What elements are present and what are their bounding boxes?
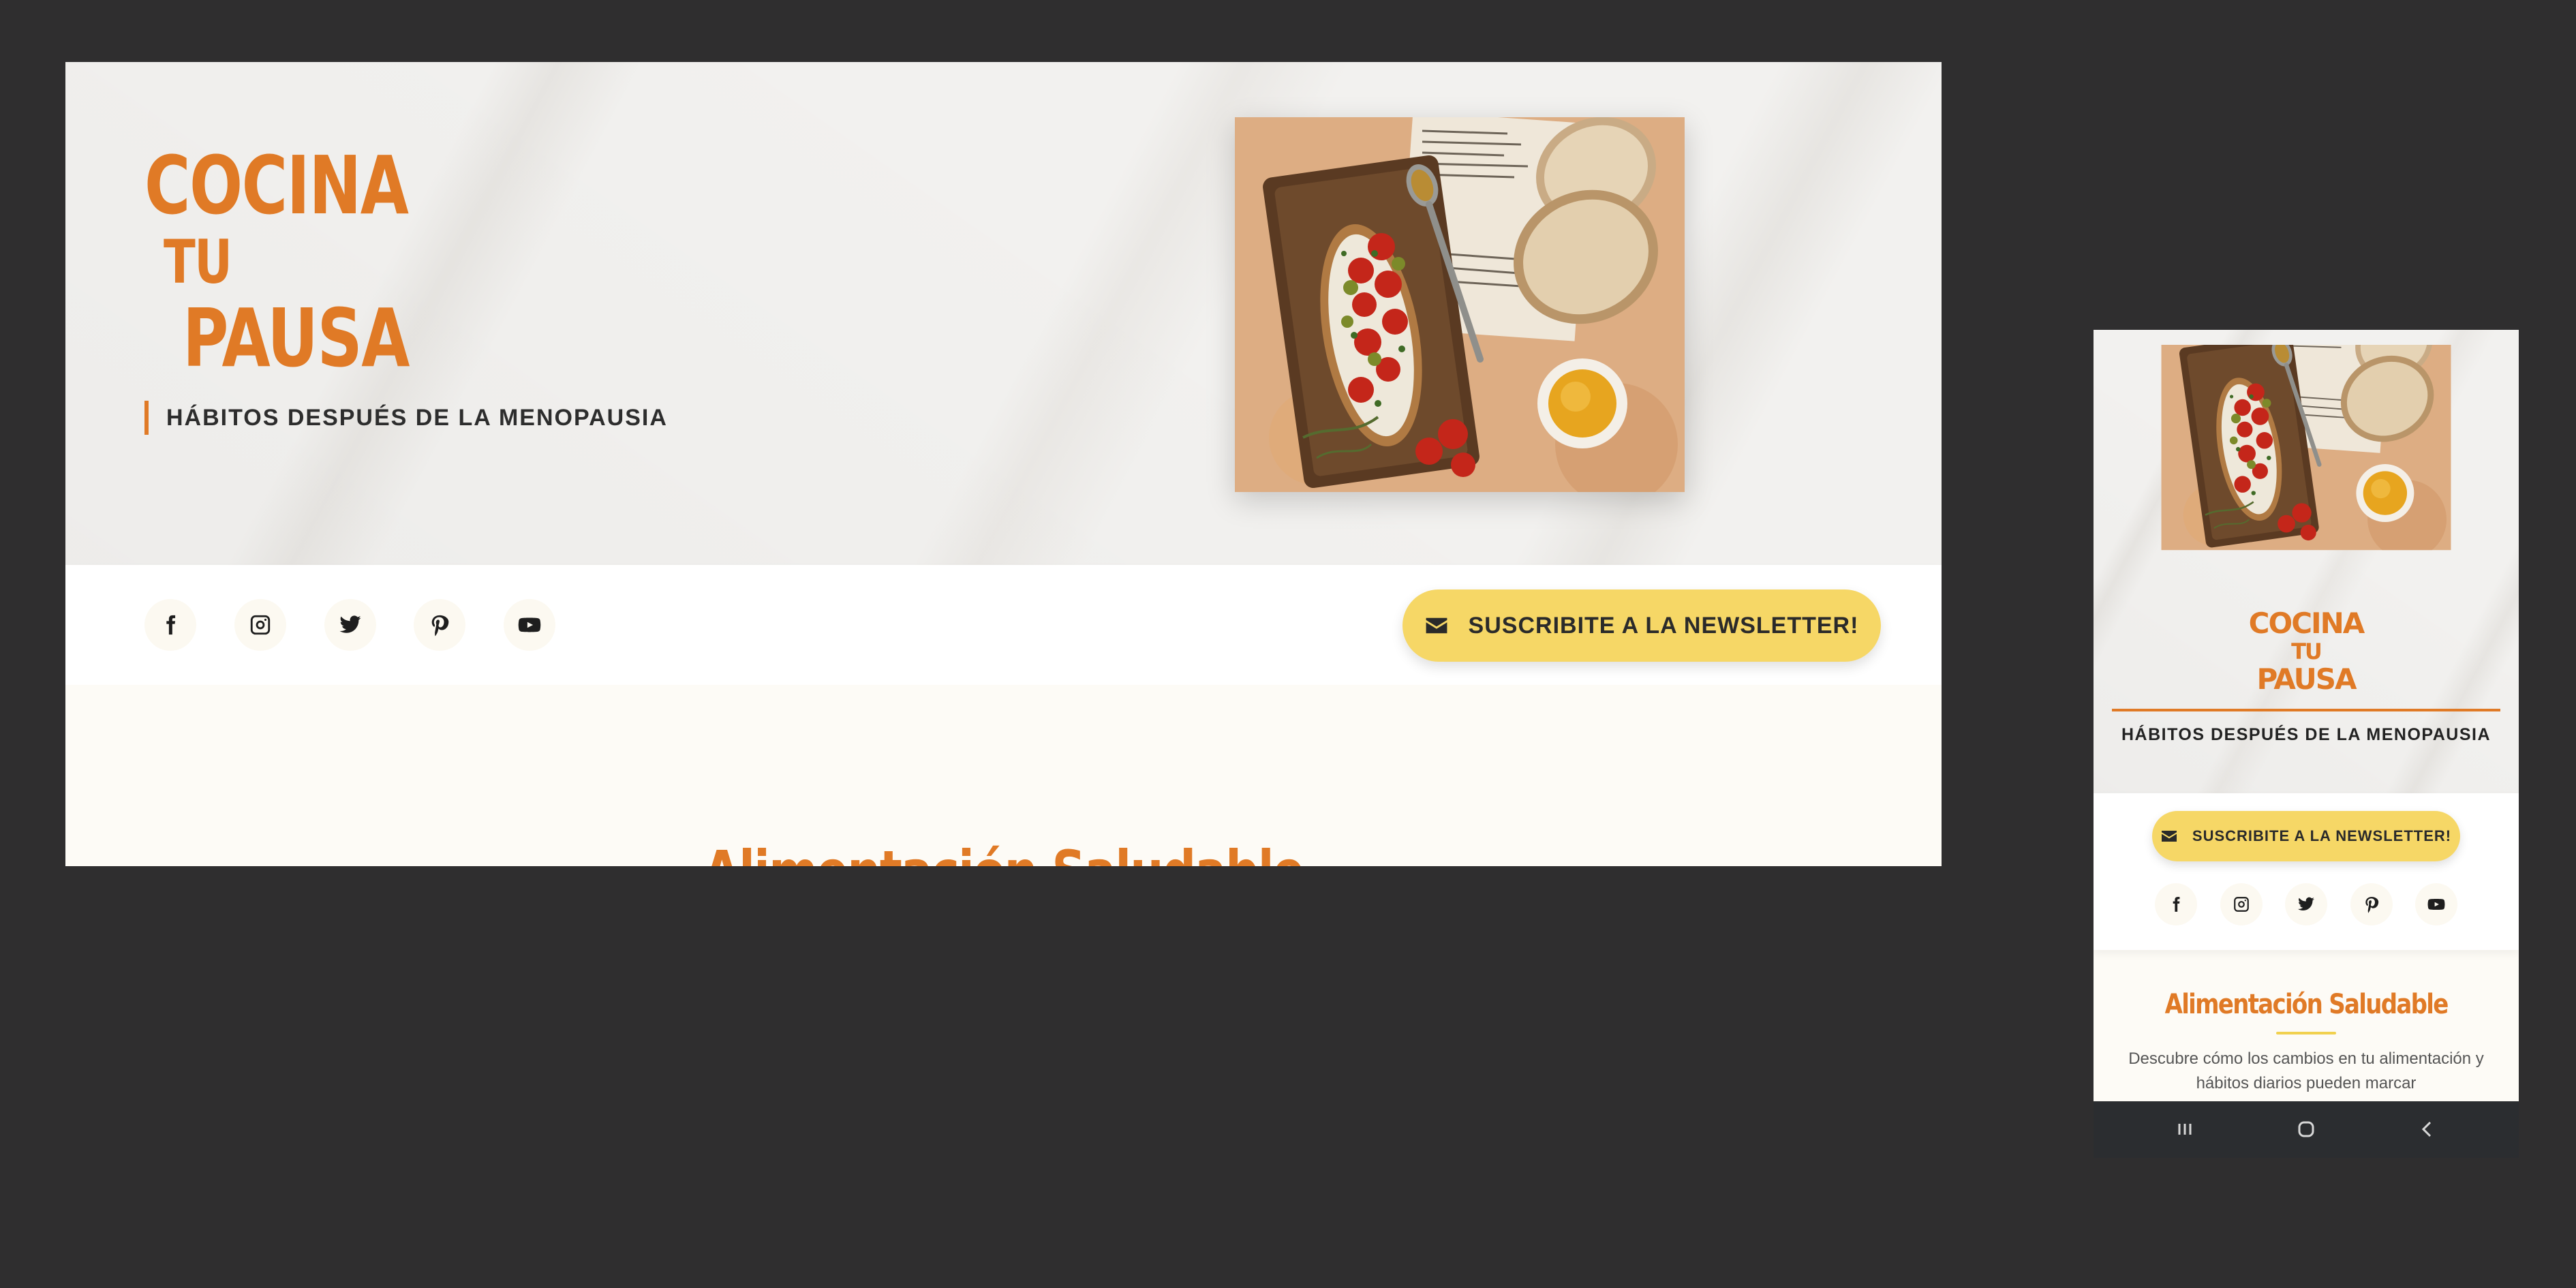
mobile-title-line3: PAUSA: [2256, 662, 2357, 696]
mobile-title-divider: [2112, 709, 2500, 711]
facebook-icon: [2167, 895, 2185, 913]
mobile-social-bar: SUSCRIBITE A LA NEWSLETTER!: [2094, 793, 2519, 950]
youtube-icon: [2427, 895, 2445, 913]
mobile-youtube-link[interactable]: [2415, 883, 2457, 925]
back-button[interactable]: [2400, 1109, 2455, 1149]
mobile-site-title[interactable]: COCINA TU PAUSA: [2094, 609, 2519, 694]
newsletter-subscribe-button[interactable]: SUSCRIBITE A LA NEWSLETTER!: [1402, 589, 1881, 662]
newsletter-button-label: SUSCRIBITE A LA NEWSLETTER!: [1468, 612, 1859, 639]
twitter-link[interactable]: [324, 599, 376, 651]
youtube-link[interactable]: [504, 599, 555, 651]
social-bar: SUSCRIBITE A LA NEWSLETTER!: [65, 565, 1942, 685]
mobile-instagram-link[interactable]: [2220, 883, 2263, 925]
pinterest-icon: [428, 613, 451, 637]
mobile-section-title-text: Alimentación Saludable: [2164, 989, 2449, 1020]
site-tagline: HÁBITOS DESPUÉS DE LA MENOPAUSIA: [144, 401, 668, 435]
site-title-line2[interactable]: TU: [164, 232, 232, 292]
desktop-preview: COCINA TU PAUSA HÁBITOS DESPUÉS DE LA ME…: [65, 62, 1942, 866]
pinterest-link[interactable]: [414, 599, 465, 651]
mobile-facebook-link[interactable]: [2155, 883, 2197, 925]
mobile-newsletter-subscribe-button[interactable]: SUSCRIBITE A LA NEWSLETTER!: [2152, 811, 2460, 861]
mobile-hero-header: COCINA TU PAUSA HÁBITOS DESPUÉS DE LA ME…: [2094, 330, 2519, 793]
recents-icon: [2178, 1124, 2192, 1135]
recents-button[interactable]: [2158, 1109, 2212, 1149]
twitter-icon: [339, 613, 362, 637]
site-title-line1[interactable]: COCINA: [144, 145, 409, 226]
site-title-line3[interactable]: PAUSA: [183, 298, 410, 378]
youtube-icon: [518, 613, 541, 637]
bruschetta-photo: [1235, 117, 1685, 492]
mobile-pinterest-link[interactable]: [2350, 883, 2393, 925]
bruschetta-photo: [2112, 345, 2500, 585]
section-title-text: Alimentación Saludable: [703, 843, 1304, 866]
mobile-section-description: Descubre cómo los cambios en tu alimenta…: [2128, 1049, 2484, 1092]
mobile-twitter-link[interactable]: [2285, 883, 2327, 925]
envelope-icon: [2161, 829, 2177, 843]
envelope-icon: [1425, 616, 1448, 635]
back-icon: [2421, 1121, 2432, 1137]
mobile-section-title-underline: [2276, 1032, 2336, 1034]
facebook-icon: [159, 613, 182, 637]
mobile-site-tagline: HÁBITOS DESPUÉS DE LA MENOPAUSIA: [2121, 725, 2491, 744]
hero-image: [1235, 117, 1685, 492]
mobile-title-line1: COCINA: [2248, 607, 2365, 640]
home-icon: [2298, 1121, 2314, 1137]
android-navigation-bar: [2094, 1101, 2519, 1158]
mobile-section-title: Alimentación Saludable: [2094, 991, 2519, 1018]
instagram-link[interactable]: [234, 599, 286, 651]
mobile-hero-image: [2112, 345, 2500, 585]
home-button[interactable]: [2279, 1109, 2333, 1149]
healthy-eating-section: Alimentación Saludable: [65, 685, 1942, 866]
instagram-icon: [2233, 895, 2250, 913]
hero-header: COCINA TU PAUSA HÁBITOS DESPUÉS DE LA ME…: [65, 62, 1942, 565]
mobile-preview: COCINA TU PAUSA HÁBITOS DESPUÉS DE LA ME…: [2094, 330, 2519, 1158]
pinterest-icon: [2363, 895, 2380, 913]
instagram-icon: [249, 613, 272, 637]
section-title: Alimentación Saludable: [65, 843, 1942, 866]
mobile-newsletter-button-label: SUSCRIBITE A LA NEWSLETTER!: [2192, 827, 2452, 844]
mobile-title-line2: TU: [2291, 639, 2322, 664]
twitter-icon: [2297, 895, 2315, 913]
facebook-link[interactable]: [144, 599, 196, 651]
